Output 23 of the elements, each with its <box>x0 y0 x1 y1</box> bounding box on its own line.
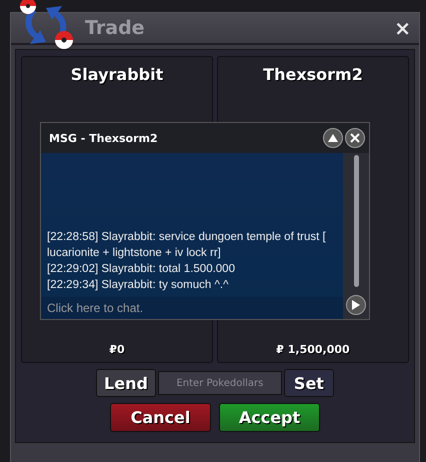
close-icon <box>350 133 360 143</box>
chat-input-field[interactable]: Click here to chat. <box>41 297 343 319</box>
player-name: Thexsorm2 <box>263 65 363 84</box>
set-button[interactable]: Set <box>284 369 334 397</box>
player-name: Slayrabbit <box>70 65 164 84</box>
chat-message: [22:28:58] Slayrabbit: service dungoen temple of trust [ lucarionite + lightstone + iv lock rr] <box>47 230 327 261</box>
money-amount: ₽0 <box>109 343 125 356</box>
up-triangle-icon <box>328 134 338 142</box>
chat-message: [22:29:34] Slayrabbit: ty somuch ^.^ <box>47 278 230 293</box>
chat-title: MSG - Thexsorm2 <box>49 132 158 144</box>
window-title: Trade <box>85 17 145 39</box>
money-input-field[interactable]: Enter Pokedollars <box>158 371 282 395</box>
close-button[interactable] <box>345 128 365 148</box>
close-button[interactable]: × <box>392 18 413 38</box>
cancel-button[interactable]: Cancel <box>110 403 211 432</box>
chat-message: [22:29:02] Slayrabbit: total 1.500.000 <box>47 262 236 277</box>
play-triangle-icon <box>352 300 360 310</box>
lend-button[interactable]: Lend <box>96 369 156 397</box>
send-button[interactable] <box>346 295 366 315</box>
accept-button[interactable]: Accept <box>219 403 320 432</box>
money-amount: ₽ 1,500,000 <box>276 343 350 356</box>
scrollbar[interactable] <box>354 155 358 287</box>
minimize-button[interactable] <box>323 128 343 148</box>
